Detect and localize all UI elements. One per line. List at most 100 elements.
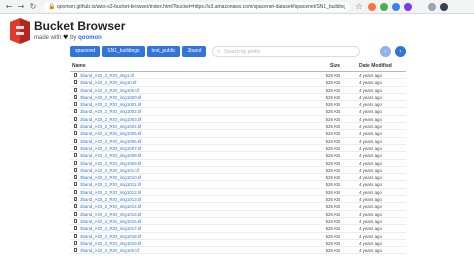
table-row[interactable]: 3band_AOI_2_RIO_img1011.tif 526 KB 4 years… — [70, 181, 406, 189]
table-row[interactable]: 3band_AOI_2_RIO_img1004.tif 526 KB 4 years… — [70, 123, 406, 131]
file-name-link[interactable]: 3band_AOI_2_RIO_img1002.tif — [80, 108, 141, 115]
heart-icon: ♥ — [63, 34, 69, 41]
file-name-link[interactable]: 3band_AOI_2_RIO_img1006.tif — [80, 138, 141, 145]
made-with-text: made with — [34, 35, 62, 41]
file-date-modified: 4 years ago — [359, 116, 382, 122]
file-name-link[interactable]: 3band_AOI_2_RIO_img1011.tif — [80, 181, 141, 188]
file-date-modified: 4 years ago — [359, 131, 382, 137]
table-row[interactable]: 3band_AOI_2_RIO_img1000.tif 526 KB 4 years… — [70, 94, 406, 102]
file-size: 526 KB — [325, 175, 340, 181]
table-row[interactable]: 3band_AOI_2_RIO_img1006.tif 526 KB 4 years… — [70, 138, 406, 145]
file-name-link[interactable]: 3band_AOI_2_RIO_img1004.tif — [80, 123, 141, 130]
menu-icon[interactable] — [440, 3, 448, 11]
extension-icon[interactable] — [368, 3, 376, 11]
table-row[interactable]: 3band_AOI_2_RIO_img1010.tif 526 KB 4 years… — [70, 174, 406, 182]
file-name-link[interactable]: 3band_AOI_2_RIO_img1007.tif — [80, 145, 141, 152]
address-bar-url[interactable]: qoomon.github.io/aws-s3-bucket-browser/i… — [57, 2, 345, 12]
file-name-link[interactable]: 3band_AOI_2_RIO_img102.tif — [80, 247, 139, 254]
file-name-link[interactable]: 3band_AOI_2_RIO_img1013.tif — [80, 196, 141, 203]
file-size: 526 KB — [325, 116, 340, 122]
table-row[interactable]: 3band_AOI_2_RIO_img1017.tif 526 KB 4 years… — [70, 225, 406, 233]
breadcrumb-item[interactable]: spacenet — [70, 46, 101, 57]
file-name-link[interactable]: 3band_AOI_2_RIO_img1016.tif — [80, 218, 141, 225]
file-icon — [74, 248, 77, 253]
breadcrumb-item[interactable]: test_public — [146, 46, 181, 57]
table-row[interactable]: 3band_AOI_2_RIO_img101.tif 526 KB 4 years … — [70, 167, 406, 175]
browser-toolbar: ← → ↻ 🔒 qoomon.github.io/aws-s3-bucket-b… — [0, 0, 474, 14]
table-body: 3band_AOI_2_RIO_img1.tif 526 KB 4 years ag… — [70, 72, 406, 255]
file-name-link[interactable]: 3band_AOI_2_RIO_img1012.tif — [80, 189, 141, 196]
file-icon — [74, 182, 77, 187]
column-header-date[interactable]: Date Modified — [359, 61, 392, 71]
table-row[interactable]: 3band_AOI_2_RIO_img1012.tif 526 KB 4 years… — [70, 189, 406, 197]
file-size: 526 KB — [325, 145, 340, 151]
search-box: ⌕ — [212, 46, 360, 57]
file-icon — [74, 218, 77, 223]
table-row[interactable]: 3band_AOI_2_RIO_img1005.tif 526 KB 4 years… — [70, 130, 406, 138]
author-link[interactable]: qoomon — [78, 35, 102, 41]
file-name-link[interactable]: 3band_AOI_2_RIO_img1005.tif — [80, 130, 141, 137]
star-icon[interactable]: ☆ — [354, 2, 364, 12]
table-row[interactable]: 3band_AOI_2_RIO_img1013.tif 526 KB 4 years… — [70, 196, 406, 204]
file-name-link[interactable]: 3band_AOI_2_RIO_img1009.tif — [80, 160, 141, 167]
table-row[interactable]: 3band_AOI_2_RIO_img1002.tif 526 KB 4 years… — [70, 108, 406, 116]
table-row[interactable]: 3band_AOI_2_RIO_img1.tif 526 KB 4 years ag… — [70, 72, 406, 80]
table-row[interactable]: 3band_AOI_2_RIO_img100.tif 526 KB 4 years … — [70, 87, 406, 94]
file-name-link[interactable]: 3band_AOI_2_RIO_img1015.tif — [80, 211, 141, 218]
file-size: 526 KB — [325, 218, 340, 224]
file-size: 526 KB — [325, 153, 340, 159]
column-header-name[interactable]: Name — [72, 61, 86, 71]
reload-icon[interactable]: ↻ — [28, 2, 38, 12]
file-name-link[interactable]: 3band_AOI_2_RIO_img1010.tif — [80, 174, 141, 181]
file-name-link[interactable]: 3band_AOI_2_RIO_img1001.tif — [80, 101, 141, 108]
address-bar[interactable]: 🔒 qoomon.github.io/aws-s3-bucket-browser… — [44, 2, 350, 12]
table-row[interactable]: 3band_AOI_2_RIO_img102.tif 526 KB 4 years … — [70, 247, 406, 255]
file-size: 526 KB — [325, 138, 340, 144]
extension-icon[interactable] — [404, 3, 412, 11]
file-icon — [74, 131, 77, 136]
file-name-link[interactable]: 3band_AOI_2_RIO_img1000.tif — [80, 94, 141, 101]
file-icon — [74, 124, 77, 129]
extension-icon[interactable] — [392, 3, 400, 11]
file-name-link[interactable]: 3band_AOI_2_RIO_img1.tif — [80, 72, 134, 79]
file-icon — [74, 109, 77, 114]
file-icon — [74, 145, 77, 150]
made-with-line: made with ♥ by qoomon — [34, 34, 102, 42]
table-row[interactable]: 3band_AOI_2_RIO_img1007.tif 526 KB 4 years… — [70, 145, 406, 153]
file-date-modified: 4 years ago — [359, 145, 382, 151]
table-row[interactable]: 3band_AOI_2_RIO_img1015.tif 526 KB 4 years… — [70, 211, 406, 218]
search-input[interactable] — [224, 47, 354, 56]
file-name-link[interactable]: 3band_AOI_2_RIO_img100.tif — [80, 87, 139, 94]
file-name-link[interactable]: 3band_AOI_2_RIO_img1014.tif — [80, 203, 141, 210]
file-name-link[interactable]: 3band_AOI_2_RIO_img1003.tif — [80, 116, 141, 123]
file-name-link[interactable]: 3band_AOI_2_RIO_img10.tif — [80, 79, 136, 86]
file-size: 526 KB — [325, 109, 340, 115]
table-row[interactable]: 3band_AOI_2_RIO_img1018.tif 526 KB 4 years… — [70, 233, 406, 240]
file-name-link[interactable]: 3band_AOI_2_RIO_img1017.tif — [80, 225, 141, 232]
extension-icon[interactable] — [380, 3, 388, 11]
file-name-link[interactable]: 3band_AOI_2_RIO_img101.tif — [80, 167, 139, 174]
table-row[interactable]: 3band_AOI_2_RIO_img1009.tif 526 KB 4 years… — [70, 160, 406, 167]
profile-avatar[interactable] — [428, 3, 436, 11]
breadcrumb-item[interactable]: 3band — [182, 46, 207, 57]
table-row[interactable]: 3band_AOI_2_RIO_img1003.tif 526 KB 4 years… — [70, 116, 406, 124]
file-size: 526 KB — [325, 211, 340, 217]
file-icon — [74, 211, 77, 216]
column-header-size[interactable]: Size — [330, 61, 340, 71]
forward-icon[interactable]: → — [16, 2, 26, 12]
file-date-modified: 4 years ago — [359, 211, 382, 217]
next-page-button[interactable]: › — [395, 46, 406, 57]
table-row[interactable]: 3band_AOI_2_RIO_img1019.tif 526 KB 4 years… — [70, 240, 406, 248]
table-row[interactable]: 3band_AOI_2_RIO_img1001.tif 526 KB 4 years… — [70, 101, 406, 109]
file-name-link[interactable]: 3band_AOI_2_RIO_img1018.tif — [80, 233, 141, 240]
table-row[interactable]: 3band_AOI_2_RIO_img1016.tif 526 KB 4 years… — [70, 218, 406, 226]
file-name-link[interactable]: 3band_AOI_2_RIO_img1019.tif — [80, 240, 141, 247]
table-row[interactable]: 3band_AOI_2_RIO_img1008.tif 526 KB 4 years… — [70, 152, 406, 160]
back-icon[interactable]: ← — [4, 2, 14, 12]
file-name-link[interactable]: 3band_AOI_2_RIO_img1008.tif — [80, 152, 141, 159]
file-icon — [74, 116, 77, 121]
table-row[interactable]: 3band_AOI_2_RIO_img1014.tif 526 KB 4 years… — [70, 203, 406, 211]
table-row[interactable]: 3band_AOI_2_RIO_img10.tif 526 KB 4 years a… — [70, 79, 406, 87]
breadcrumb-item[interactable]: SN1_buildings — [102, 46, 145, 57]
previous-page-button[interactable]: ‹ — [380, 46, 391, 57]
